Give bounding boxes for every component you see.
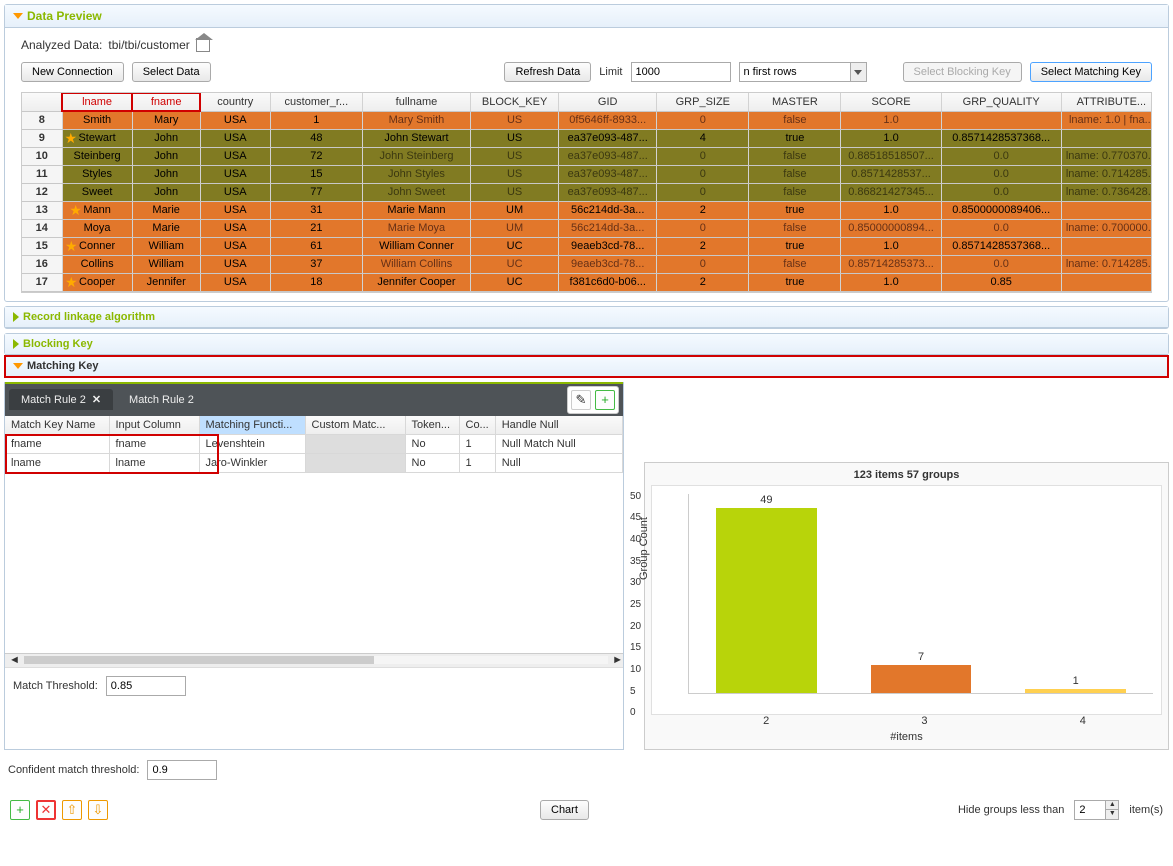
mk-column-header[interactable]: Match Key Name [5,416,109,435]
table-row[interactable]: 10SteinbergJohnUSA72John SteinbergUSea37… [22,147,1152,165]
data-preview-title: Data Preview [27,9,102,23]
table-row[interactable]: 11StylesJohnUSA15John StylesUSea37e093-4… [22,165,1152,183]
column-header[interactable]: MASTER [749,93,841,111]
column-header[interactable]: customer_r... [270,93,362,111]
delete-button[interactable]: ✕ [36,800,56,820]
record-linkage-title: Record linkage algorithm [23,311,155,323]
edit-icon[interactable]: ✎ [571,390,591,410]
spinner-up-icon[interactable]: ▲ [1106,801,1118,810]
mk-row[interactable]: fnamefnameLevenshteinNo1Null Match Null [5,434,623,453]
column-header[interactable]: GRP_SIZE [657,93,749,111]
add-icon[interactable]: + [595,390,615,410]
table-row[interactable]: 16CollinsWilliamUSA37William CollinsUC9e… [22,255,1152,273]
hide-groups-label: Hide groups less than [958,804,1064,816]
match-threshold-label: Match Threshold: [13,680,98,692]
collapse-icon [13,13,23,19]
mk-row[interactable]: lnamelnameJaro-WinklerNo1Null [5,453,623,472]
chart-ylabel: Group Count [638,517,650,580]
select-matching-key-button[interactable]: Select Matching Key [1030,62,1152,82]
mk-column-header[interactable]: Input Column [109,416,199,435]
move-up-button[interactable]: ⇧ [62,800,82,820]
chevron-down-icon[interactable] [850,63,866,81]
rows-mode-combo[interactable] [739,62,867,82]
data-grid[interactable]: lnamefnamecountrycustomer_r...fullnameBL… [21,92,1152,293]
new-connection-button[interactable]: New Connection [21,62,124,82]
hide-groups-spinner[interactable]: ▲▼ [1074,800,1119,820]
column-header[interactable]: ATTRIBUTE... [1061,93,1152,111]
chart-title: 123 items 57 groups [651,469,1162,481]
mk-column-header[interactable]: Token... [405,416,459,435]
blocking-key-header[interactable]: Blocking Key [5,334,1168,355]
chart-bar[interactable] [1025,689,1126,693]
column-header[interactable]: lname [62,93,132,111]
tab-match-rule[interactable]: Match Rule 2 [117,390,206,410]
group-chart: 123 items 57 groups Group Count 05101520… [644,462,1169,750]
table-row[interactable]: 15★ConnerWilliamUSA61William ConnerUC9ea… [22,237,1152,255]
column-header[interactable]: fname [132,93,200,111]
mk-column-header[interactable]: Matching Functi... [199,416,305,435]
confident-threshold-input[interactable] [147,760,217,780]
column-header[interactable]: GRP_QUALITY [941,93,1061,111]
blocking-key-panel: Blocking Key [4,333,1169,355]
matching-key-header[interactable]: Matching Key [5,356,1168,377]
hide-groups-value[interactable] [1075,801,1105,819]
table-row[interactable]: 8SmithMaryUSA1Mary SmithUS0f5646ff-8933.… [22,111,1152,129]
match-rule-tabbar: Match Rule 2 ✕ Match Rule 2 ✎ + [5,382,623,416]
column-header[interactable]: fullname [362,93,470,111]
horizontal-scrollbar[interactable]: ◄ ► [5,653,623,667]
blocking-key-title: Blocking Key [23,338,93,350]
rows-mode-value[interactable] [740,63,850,81]
matching-key-editor: Match Rule 2 ✕ Match Rule 2 ✎ + Match Ke… [4,382,624,750]
limit-input[interactable] [631,62,731,82]
spinner-down-icon[interactable]: ▼ [1106,810,1118,819]
analyzed-data-label: Analyzed Data: [21,38,102,52]
table-row[interactable]: 17★CooperJenniferUSA18Jennifer CooperUCf… [22,273,1152,291]
data-preview-header[interactable]: Data Preview [5,5,1168,28]
select-blocking-key-button: Select Blocking Key [903,62,1022,82]
chart-bar[interactable] [716,508,817,693]
confident-threshold-label: Confident match threshold: [8,764,139,776]
expand-icon [13,339,19,349]
column-header[interactable]: country [200,93,270,111]
limit-label: Limit [599,66,622,78]
home-icon[interactable] [196,38,210,52]
chart-xlabel: #items [651,731,1162,743]
tab-label: Match Rule 2 [21,394,86,406]
select-data-button[interactable]: Select Data [132,62,211,82]
tab-label: Match Rule 2 [129,394,194,406]
chart-bar[interactable] [871,665,972,693]
matching-key-title: Matching Key [27,360,99,372]
table-row[interactable]: 13★MannMarieUSA31Marie MannUM56c214dd-3a… [22,201,1152,219]
add-button[interactable]: + [10,800,30,820]
table-row[interactable]: 14MoyaMarieUSA21Marie MoyaUM56c214dd-3a.… [22,219,1152,237]
match-threshold-input[interactable] [106,676,186,696]
column-header[interactable]: SCORE [841,93,941,111]
column-header[interactable]: GID [559,93,657,111]
move-down-button[interactable]: ⇩ [88,800,108,820]
mk-column-header[interactable]: Handle Null [495,416,622,435]
tab-match-rule-active[interactable]: Match Rule 2 ✕ [9,389,113,410]
column-header[interactable]: BLOCK_KEY [471,93,559,111]
analyzed-data-path: tbi/tbi/customer [108,38,189,52]
mk-column-header[interactable]: Custom Matc... [305,416,405,435]
refresh-data-button[interactable]: Refresh Data [504,62,591,82]
chart-button[interactable]: Chart [540,800,589,820]
expand-icon [13,312,19,322]
close-icon[interactable]: ✕ [92,393,101,406]
record-linkage-header[interactable]: Record linkage algorithm [5,307,1168,328]
collapse-icon [13,363,23,369]
table-row[interactable]: 9★StewartJohnUSA48John StewartUSea37e093… [22,129,1152,147]
table-row[interactable]: 12SweetJohnUSA77John SweetUSea37e093-487… [22,183,1152,201]
column-header[interactable] [22,93,62,111]
mk-column-header[interactable]: Co... [459,416,495,435]
items-suffix-label: item(s) [1129,804,1163,816]
record-linkage-panel: Record linkage algorithm [4,306,1169,329]
data-preview-panel: Data Preview Analyzed Data: tbi/tbi/custo… [4,4,1169,302]
match-key-grid[interactable]: Match Key NameInput ColumnMatching Funct… [5,416,623,473]
matching-key-panel: Matching Key [4,355,1169,378]
